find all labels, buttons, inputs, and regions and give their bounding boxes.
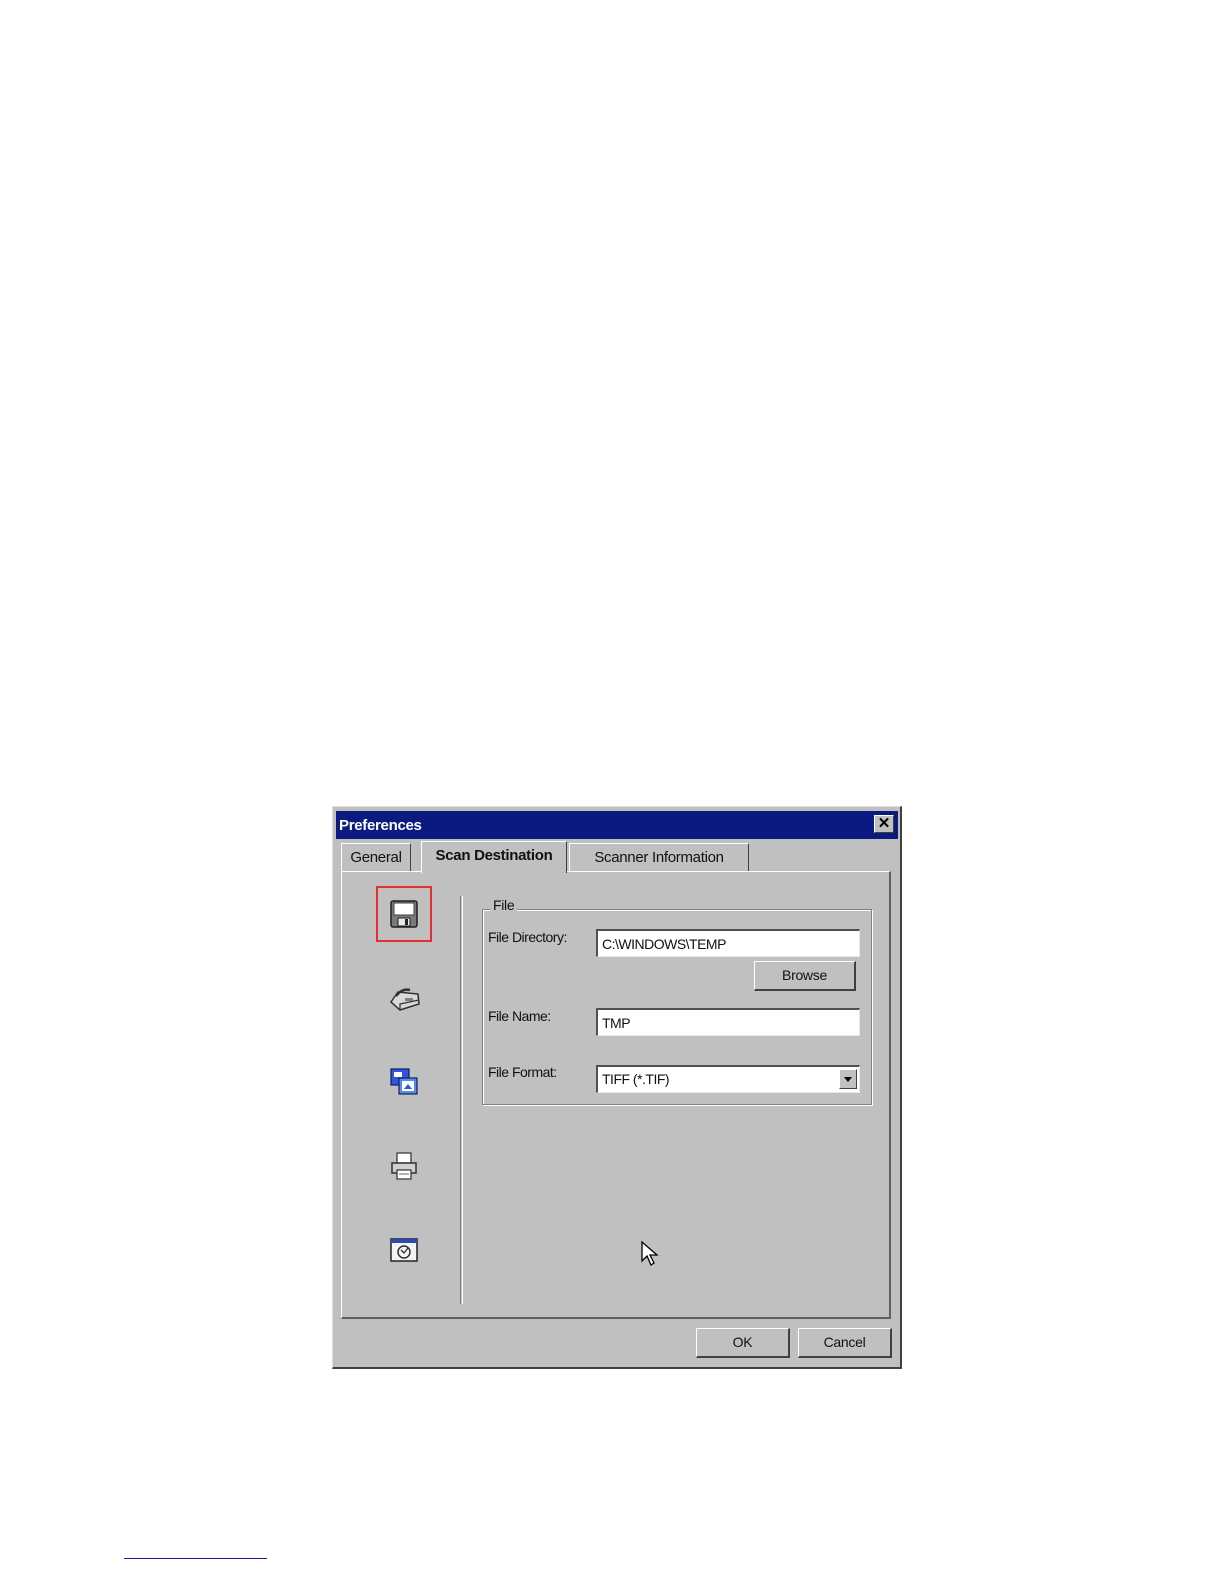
- ok-button[interactable]: OK: [696, 1328, 790, 1358]
- mouse-pointer-icon: [641, 1240, 659, 1266]
- tab-scan-destination-label: Scan Destination: [435, 847, 553, 864]
- file-directory-label: File Directory:: [488, 929, 567, 945]
- tab-general-label: General: [350, 849, 402, 866]
- tab-scanner-information[interactable]: Scanner Information: [569, 843, 749, 871]
- image-application-icon: [390, 1068, 418, 1095]
- file-directory-field[interactable]: [596, 929, 860, 957]
- destination-application[interactable]: [378, 1056, 430, 1108]
- file-name-field[interactable]: [596, 1008, 860, 1036]
- browse-button-label: Browse: [782, 967, 827, 983]
- file-group-label: File: [490, 897, 518, 913]
- file-format-select[interactable]: TIFF (*.TIF): [596, 1065, 860, 1093]
- cancel-button-label: Cancel: [823, 1334, 866, 1350]
- tab-scanner-information-label: Scanner Information: [594, 849, 724, 866]
- ok-button-label: OK: [732, 1334, 753, 1350]
- close-button[interactable]: ✕: [874, 815, 894, 833]
- file-format-value: TIFF (*.TIF): [602, 1071, 670, 1087]
- browse-button[interactable]: Browse: [754, 961, 856, 991]
- email-icon: [390, 1238, 418, 1262]
- title-bar[interactable]: Preferences ✕: [336, 811, 898, 839]
- tab-general[interactable]: General: [341, 843, 411, 871]
- destination-email[interactable]: [378, 1224, 430, 1276]
- file-name-label: File Name:: [488, 1008, 551, 1024]
- tab-scan-destination[interactable]: Scan Destination: [421, 841, 567, 873]
- file-format-label: File Format:: [488, 1064, 557, 1080]
- destination-file[interactable]: [376, 886, 432, 942]
- dialog-title: Preferences: [339, 817, 422, 834]
- preferences-dialog: Preferences ✕ General Scan Destination S…: [332, 806, 902, 1369]
- destination-printer[interactable]: [378, 1140, 430, 1192]
- chevron-down-icon[interactable]: [839, 1069, 857, 1089]
- tab-panel: File File Directory: Browse File Name: F…: [341, 871, 891, 1319]
- close-icon: ✕: [877, 815, 891, 832]
- destination-fax[interactable]: [378, 972, 430, 1024]
- floppy-disk-icon: [390, 900, 418, 928]
- vertical-separator: [460, 896, 463, 1304]
- fax-icon: [390, 988, 420, 1011]
- footnote-rule: [124, 1558, 267, 1559]
- cancel-button[interactable]: Cancel: [798, 1328, 892, 1358]
- printer-icon: [391, 1152, 417, 1180]
